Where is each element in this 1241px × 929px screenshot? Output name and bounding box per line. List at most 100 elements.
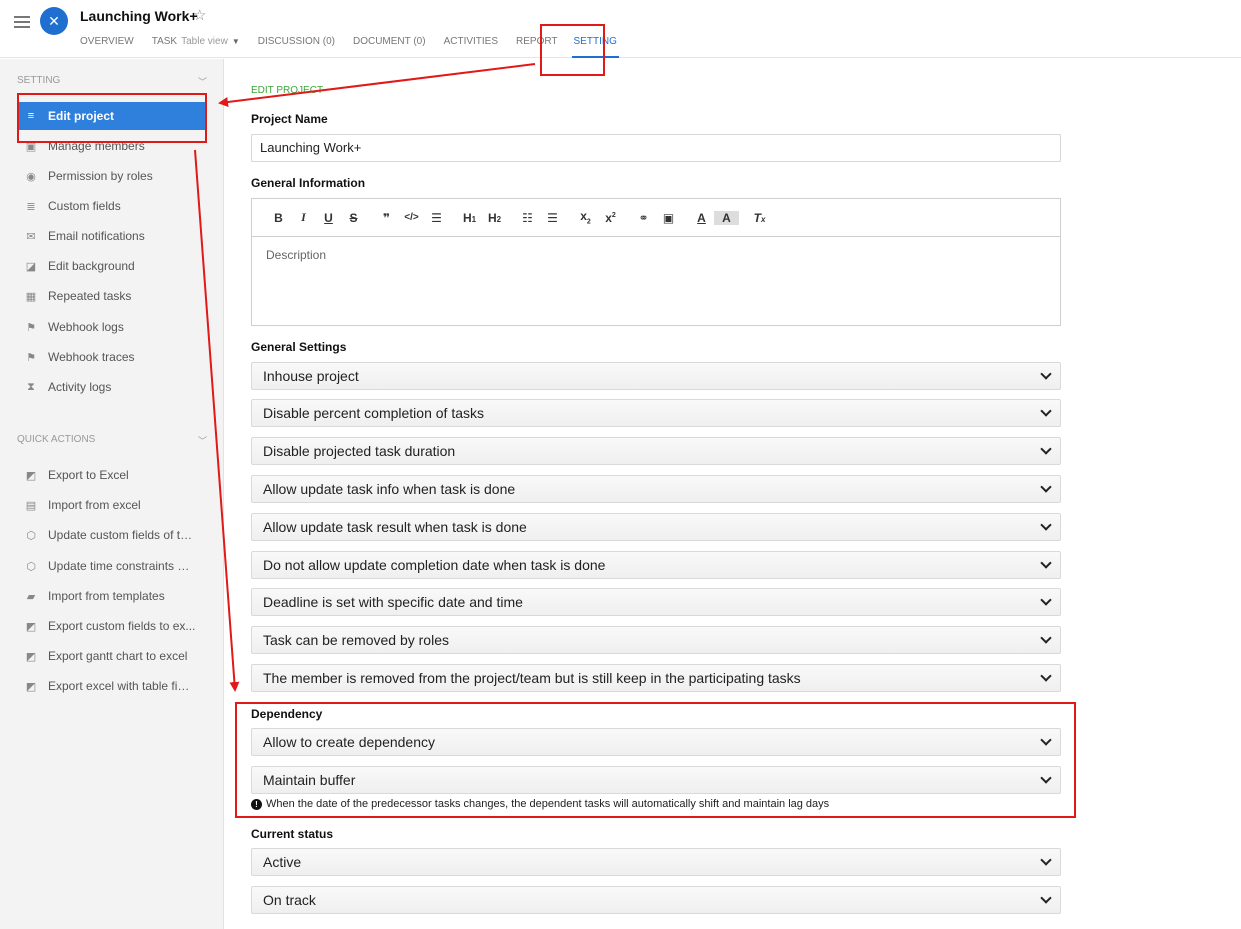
setting-section-title[interactable]: SETTING ﹀ <box>17 75 207 88</box>
link-icon[interactable]: ⚭ <box>631 211 656 225</box>
clear-format-icon[interactable]: Tx <box>747 211 772 225</box>
italic-icon[interactable]: I <box>291 210 316 225</box>
bullet-list-icon[interactable]: ☰ <box>540 211 565 225</box>
chevron-down-icon <box>1040 443 1052 455</box>
project-tabs: OVERVIEW TASK Table view ▼ DISCUSSION (0) … <box>80 36 637 58</box>
heading-1-icon[interactable]: H1 <box>457 211 482 225</box>
sidebar-item-email-notifications[interactable]: ✉ Email notifications <box>18 222 206 250</box>
image-icon[interactable]: ▣ <box>656 211 681 225</box>
quick-action-export-table-fields[interactable]: ◩ Export excel with table fields <box>18 672 206 700</box>
chevron-down-icon <box>1040 519 1052 531</box>
chevron-down-icon <box>1040 632 1052 644</box>
quick-action-import-templates[interactable]: ▰ Import from templates <box>18 582 206 610</box>
quick-action-export-excel[interactable]: ◩ Export to Excel <box>18 461 206 489</box>
sidebar-item-permission[interactable]: ◉ Permission by roles <box>18 162 206 190</box>
strikethrough-icon[interactable]: S <box>341 211 366 225</box>
sidebar-item-webhook-logs[interactable]: ⚑ Webhook logs <box>18 313 206 341</box>
select-task-removal[interactable]: Task can be removed by roles <box>251 626 1061 654</box>
select-maintain-buffer[interactable]: Maintain buffer <box>251 766 1061 794</box>
excel-file-icon: ▤ <box>25 499 37 512</box>
arrow-setting-to-edit-project <box>218 63 536 107</box>
flag-icon: ⚑ <box>26 321 36 334</box>
box-icon: ⬡ <box>26 529 36 542</box>
chevron-down-icon <box>1040 734 1052 746</box>
sidebar-item-manage-members[interactable]: ▣ Manage members <box>18 132 206 160</box>
sidebar-item-activity-logs[interactable]: ⧗ Activity logs <box>18 373 206 401</box>
list-icon: ≡ <box>27 110 35 122</box>
select-create-dependency[interactable]: Allow to create dependency <box>251 728 1061 756</box>
tab-activities[interactable]: ACTIVITIES <box>444 36 498 58</box>
export-icon: ◩ <box>25 680 37 693</box>
subscript-icon[interactable]: x2 <box>573 209 598 225</box>
ordered-list-icon[interactable]: ☷ <box>515 211 540 225</box>
heading-2-icon[interactable]: H2 <box>482 211 507 225</box>
blockquote-icon[interactable]: ❞ <box>374 211 399 225</box>
tab-document[interactable]: DOCUMENT (0) <box>353 36 426 58</box>
tab-setting[interactable]: SETTING <box>571 36 619 58</box>
quick-actions-section-title[interactable]: QUICK ACTIONS ﹀ <box>17 434 207 447</box>
align-icon[interactable]: ☰ <box>424 211 449 225</box>
sidebar-item-webhook-traces[interactable]: ⚑ Webhook traces <box>18 343 206 371</box>
chevron-down-icon <box>1040 772 1052 784</box>
star-icon[interactable]: ☆ <box>193 6 206 24</box>
tab-report[interactable]: REPORT <box>516 36 558 58</box>
select-status-active[interactable]: Active <box>251 848 1061 876</box>
sidebar-item-edit-background[interactable]: ◪ Edit background <box>18 252 206 280</box>
select-percent-completion[interactable]: Disable percent completion of tasks <box>251 399 1061 427</box>
select-deadline-mode[interactable]: Deadline is set with specific date and t… <box>251 588 1061 616</box>
select-member-removal[interactable]: The member is removed from the project/t… <box>251 664 1061 692</box>
dependency-note: ! When the date of the predecessor tasks… <box>251 798 829 810</box>
permission-icon: ◉ <box>26 170 36 183</box>
underline-icon[interactable]: U <box>316 211 341 225</box>
quick-action-import-excel[interactable]: ▤ Import from excel <box>18 491 206 519</box>
select-update-task-info[interactable]: Allow update task info when task is done <box>251 475 1061 503</box>
member-icon: ▣ <box>25 140 37 153</box>
folder-icon: ▰ <box>26 590 36 603</box>
superscript-icon[interactable]: x2 <box>598 211 623 225</box>
editor-toolbar: B I U S ❞ </> ☰ H1 H2 ☷ ☰ x2 x2 ⚭ ▣ A A … <box>252 199 1060 237</box>
select-inhouse-project[interactable]: Inhouse project <box>251 362 1061 390</box>
tab-discussion[interactable]: DISCUSSION (0) <box>258 36 335 58</box>
select-status-track[interactable]: On track <box>251 886 1061 914</box>
current-status-label: Current status <box>251 827 334 841</box>
project-logo: ✕ <box>40 7 68 35</box>
breadcrumb: EDIT PROJECT <box>251 85 324 96</box>
description-textarea[interactable]: Description <box>252 237 1060 273</box>
quick-action-export-gantt[interactable]: ◩ Export gantt chart to excel <box>18 642 206 670</box>
chevron-down-icon <box>1040 594 1052 606</box>
task-view-label: Table view <box>181 36 228 47</box>
description-editor: B I U S ❞ </> ☰ H1 H2 ☷ ☰ x2 x2 ⚭ ▣ A A … <box>251 198 1061 326</box>
text-color-icon[interactable]: A <box>689 211 714 225</box>
chevron-down-icon <box>1040 670 1052 682</box>
tab-task[interactable]: TASK Table view ▼ <box>152 36 240 58</box>
select-update-task-result[interactable]: Allow update task result when task is do… <box>251 513 1061 541</box>
sidebar-item-edit-project[interactable]: ≡ Edit project <box>18 102 206 130</box>
calendar-icon: ▦ <box>25 290 37 303</box>
project-name-label: Project Name <box>251 112 328 126</box>
top-header: ✕ Launching Work+ ☆ OVERVIEW TASK Table v… <box>0 0 1241 58</box>
background-color-icon[interactable]: A <box>714 210 739 225</box>
select-completion-date[interactable]: Do not allow update completion date when… <box>251 551 1061 579</box>
chevron-down-icon <box>1040 368 1052 380</box>
export-icon: ◩ <box>25 469 37 482</box>
project-name-input[interactable]: Launching Work+ <box>251 134 1061 162</box>
flag-icon: ⚑ <box>26 351 36 364</box>
quick-action-update-custom-fields[interactable]: ⬡ Update custom fields of ta... <box>18 521 206 549</box>
chevron-down-icon[interactable]: ﹀ <box>198 434 207 447</box>
quick-action-export-custom-fields[interactable]: ◩ Export custom fields to ex... <box>18 612 206 640</box>
bold-icon[interactable]: B <box>266 211 291 225</box>
hamburger-menu-icon[interactable] <box>14 16 30 30</box>
chevron-down-icon <box>1040 557 1052 569</box>
code-icon[interactable]: </> <box>399 212 424 223</box>
export-icon: ◩ <box>25 620 37 633</box>
chevron-down-icon <box>1040 892 1052 904</box>
sidebar-item-custom-fields[interactable]: ≣ Custom fields <box>18 192 206 220</box>
caret-down-icon[interactable]: ▼ <box>232 37 240 46</box>
tab-overview[interactable]: OVERVIEW <box>80 36 134 58</box>
quick-action-update-time-constraints[interactable]: ⬡ Update time constraints of... <box>18 552 206 580</box>
chevron-down-icon[interactable]: ﹀ <box>198 75 207 88</box>
chevron-down-icon <box>1040 854 1052 866</box>
select-projected-duration[interactable]: Disable projected task duration <box>251 437 1061 465</box>
general-information-label: General Information <box>251 176 366 190</box>
sidebar-item-repeated-tasks[interactable]: ▦ Repeated tasks <box>18 282 206 310</box>
